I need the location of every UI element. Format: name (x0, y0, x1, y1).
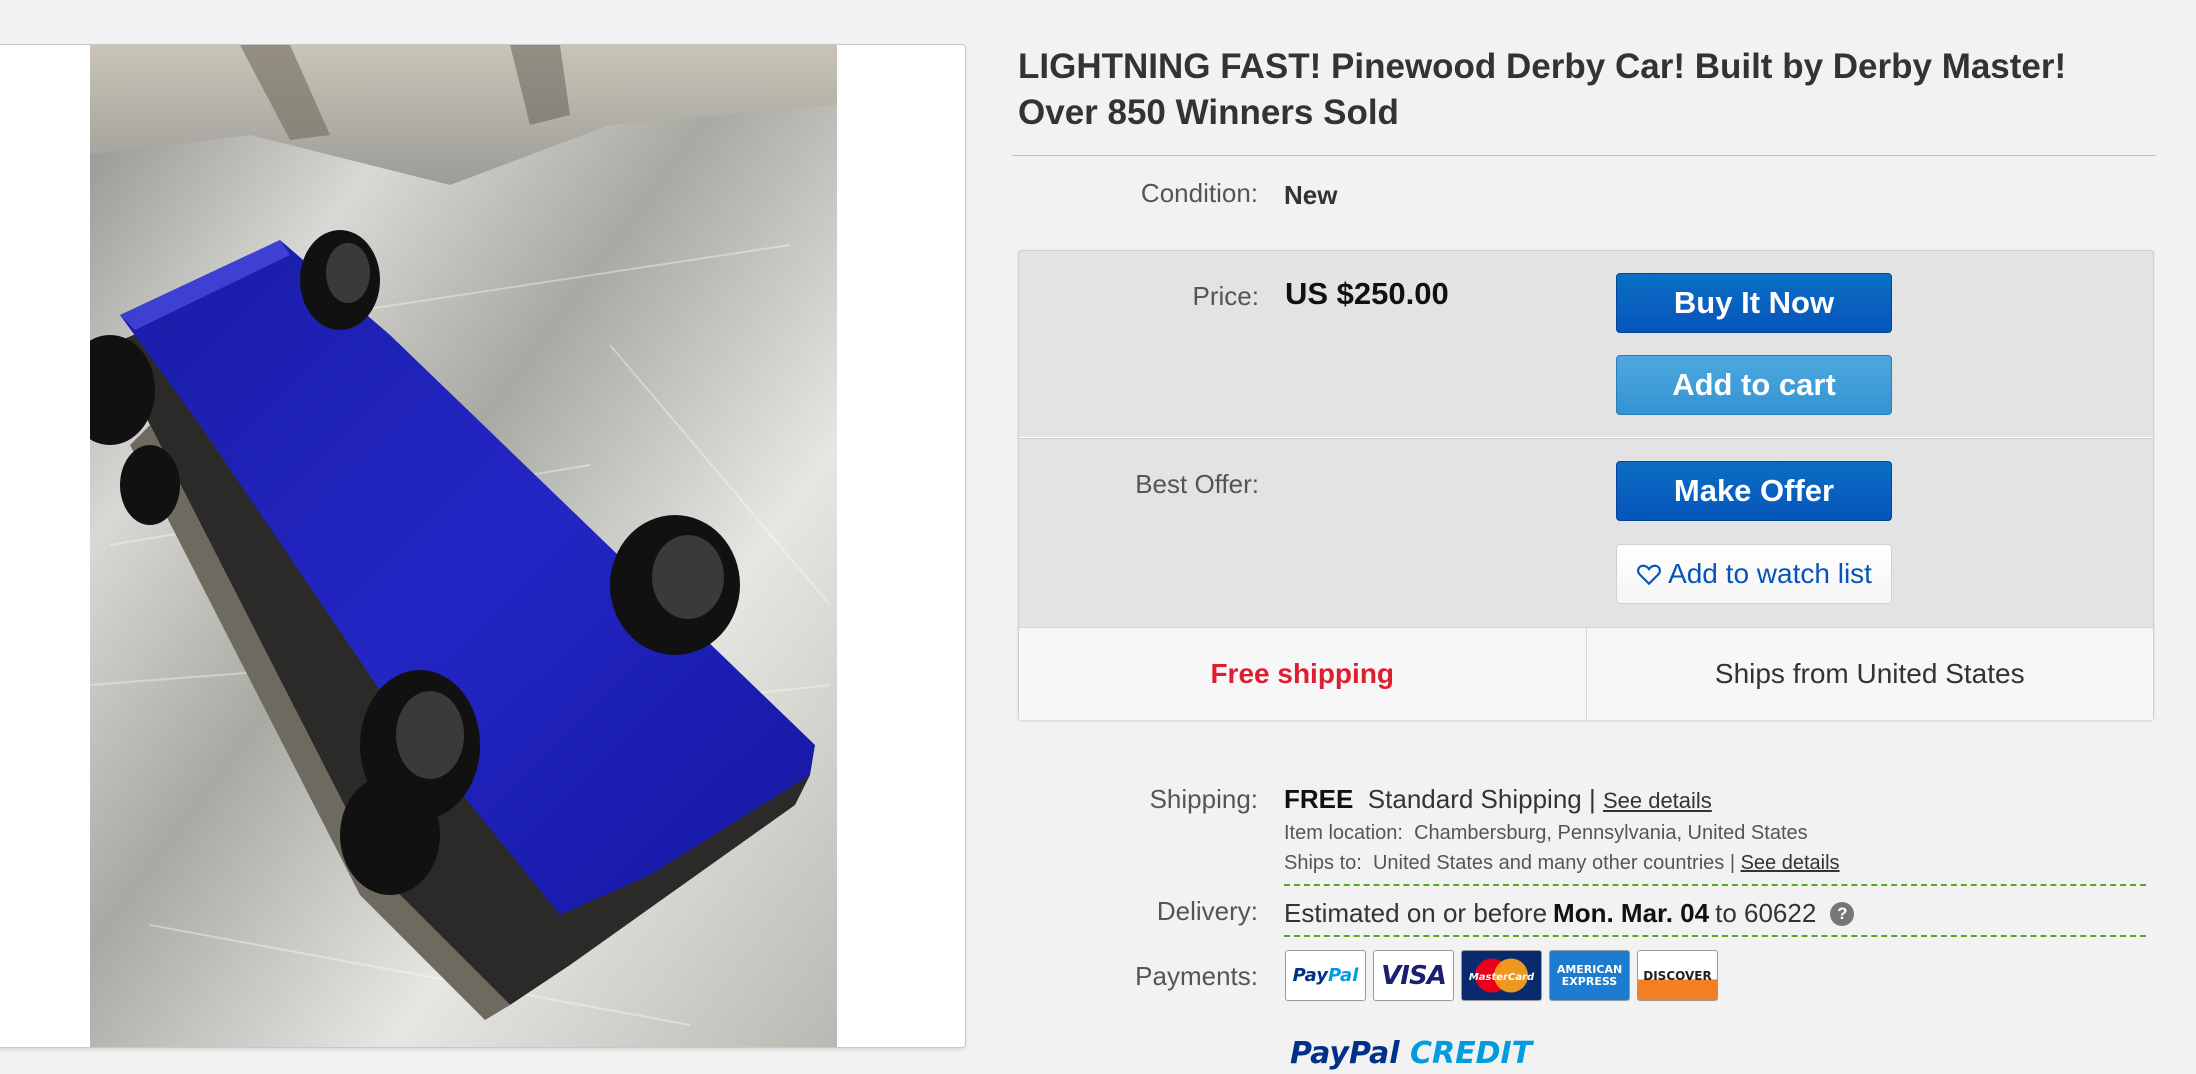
ships-to-label: Ships to: (1284, 852, 1362, 874)
ships-to-value: United States and many other countries | (1372, 852, 1736, 874)
buy-it-now-button[interactable]: Buy It Now (1616, 273, 1892, 333)
delivery-date: Mon. Mar. 04 (1553, 898, 1710, 928)
buybox-divider (1019, 437, 2153, 439)
visa-card-icon: VISA (1373, 950, 1454, 1001)
shipping-label: Shipping: (1149, 784, 1258, 814)
add-to-cart-button[interactable]: Add to cart (1616, 355, 1892, 415)
paypal-credit-text-b: CREDIT (1410, 1036, 1533, 1071)
delivery-bottom-divider (1284, 935, 2146, 937)
shipping-free: FREE (1284, 784, 1354, 814)
paypal-card-text-a: Pay (1292, 965, 1328, 986)
add-to-watch-list-button[interactable]: Add to watch list (1616, 544, 1892, 604)
ships-from-text: Ships from United States (1585, 628, 2154, 720)
condition-value: New (1284, 180, 1338, 210)
price-label: Price: (1192, 281, 1259, 311)
make-offer-button[interactable]: Make Offer (1616, 461, 1892, 521)
delivery-label: Delivery: (1156, 896, 1258, 926)
listing-title: LIGHTNING FAST! Pinewood Derby Car! Buil… (1018, 47, 2067, 132)
mastercard-card-icon: MasterCard (1461, 950, 1542, 1001)
help-icon[interactable]: ? (1830, 901, 1855, 926)
discover-card-icon: DISCOVER (1637, 950, 1718, 1001)
product-image-panel[interactable] (0, 44, 966, 1048)
shipping-summary-strip: Free shipping Ships from United States (1019, 627, 2153, 720)
delivery-prefix: Estimated on or before (1284, 898, 1548, 928)
heart-icon (1637, 564, 1661, 586)
ships-to-line: Ships to: United States and many other c… (1284, 852, 1840, 875)
item-location-label: Item location: (1284, 822, 1403, 844)
condition-label: Condition: (1140, 178, 1258, 208)
payment-methods: Pay Pal VISA MasterCard AMERICAN EXPRESS D… (1285, 950, 1718, 1001)
product-image[interactable] (90, 45, 837, 1047)
amex-card-icon: AMERICAN EXPRESS (1549, 950, 1630, 1001)
free-shipping-badge: Free shipping (1210, 658, 1395, 689)
paypal-credit-logo[interactable]: PayPal CREDIT (1290, 1036, 1532, 1071)
paypal-credit-text-a: PayPal (1290, 1036, 1400, 1071)
price-value: US $250.00 (1285, 276, 1449, 311)
best-offer-label: Best Offer: (1135, 469, 1259, 499)
delivery-to: to (1715, 898, 1737, 928)
buy-box: Price: US $250.00 Buy It Now Add to cart… (1018, 250, 2154, 720)
mastercard-text: MasterCard (1469, 972, 1535, 983)
item-location-value: Chambersburg, Pennsylvania, United State… (1414, 822, 1808, 844)
ships-to-see-details-link[interactable]: See details (1741, 852, 1840, 874)
watch-list-label: Add to watch list (1668, 558, 1872, 589)
paypal-card-text-b: Pal (1328, 965, 1359, 986)
amex-line-2: EXPRESS (1561, 974, 1618, 988)
shipping-line: FREE Standard Shipping | See details (1284, 784, 1712, 815)
delivery-top-divider (1284, 884, 2146, 886)
paypal-card-icon: Pay Pal (1285, 950, 1366, 1001)
shipping-method: Standard Shipping | (1367, 784, 1596, 814)
shipping-see-details-link[interactable]: See details (1603, 788, 1712, 813)
payments-label: Payments: (1135, 961, 1258, 991)
delivery-estimate: Estimated on or before Mon. Mar. 04 to 6… (1284, 898, 1855, 929)
title-divider (1012, 155, 2156, 156)
delivery-zip[interactable]: 60622 (1744, 898, 1816, 929)
item-location-line: Item location: Chambersburg, Pennsylvani… (1284, 822, 1808, 845)
